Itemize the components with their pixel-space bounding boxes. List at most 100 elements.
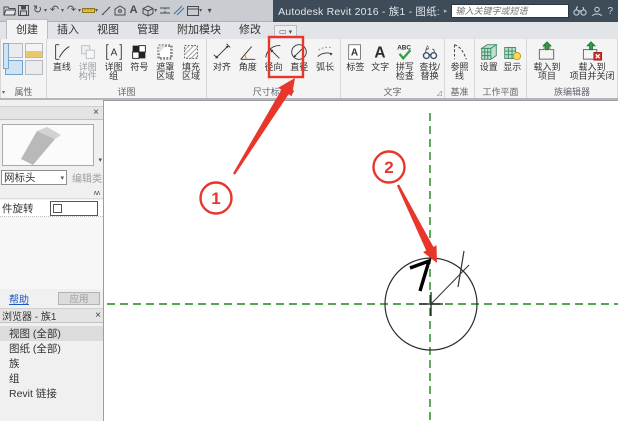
cropped-selection-icon — [3, 43, 9, 69]
sign-in-icon[interactable] — [591, 6, 603, 17]
label-button[interactable]: A 标签 — [343, 41, 368, 72]
help-menu-icon-cropped[interactable]: ? — [607, 6, 613, 17]
radial-dimension-button[interactable]: 径向 — [261, 41, 287, 72]
properties-palette-header: × — [0, 106, 103, 120]
undo-caret-icon[interactable]: ▾ — [61, 7, 64, 14]
tree-item-families[interactable]: 族 — [0, 356, 103, 371]
view-caret-icon[interactable]: ▾ — [154, 7, 157, 14]
window-title: Autodesk Revit 2016 - 族1 - 图纸: — [278, 4, 440, 19]
diameter-dimension-button[interactable]: 直径 — [286, 41, 312, 72]
search-binoculars-icon[interactable] — [573, 6, 587, 16]
panel-label-family-editor[interactable]: 族编辑器 — [527, 85, 617, 98]
detail-group-button[interactable]: A 详图 组 — [101, 41, 127, 81]
edit-type-button[interactable]: 编辑类型 — [70, 170, 104, 185]
sync-caret-icon[interactable]: ▾ — [44, 7, 47, 14]
masking-region-button[interactable]: 遮罩 区域 — [152, 41, 178, 81]
load-into-project-button[interactable]: 载入到 项目 — [529, 41, 565, 81]
panel-label-datum[interactable]: 基准 — [445, 85, 474, 98]
symbol-button[interactable]: 符号 — [126, 41, 152, 72]
panel-dropdown-icon: ▾ — [291, 88, 295, 96]
property-row-rotate: 件旋转 — [0, 200, 103, 217]
project-browser-close-icon[interactable]: × — [95, 310, 101, 321]
radial-dimension-icon — [262, 41, 284, 62]
user-interface-icon[interactable] — [186, 2, 199, 19]
section-icon[interactable] — [158, 2, 171, 19]
tree-item-groups[interactable]: 组 — [0, 371, 103, 386]
measure-caret-icon[interactable]: ▾ — [95, 7, 98, 14]
type-preview[interactable] — [2, 124, 94, 166]
type-selector-caret-icon: ▾ — [60, 174, 64, 182]
family-connections-button[interactable] — [25, 60, 43, 75]
save-icon[interactable] — [17, 2, 30, 19]
drawing-canvas[interactable] — [104, 100, 618, 421]
find-replace-icon: A — [419, 41, 441, 62]
undo-icon[interactable]: ↶ — [48, 2, 61, 19]
ribbon-display-toggle[interactable]: ▭▾ — [274, 25, 297, 38]
panel-dimension: 对齐 角度 径向 直径 弧长 尺寸标注▾ — [207, 39, 341, 98]
tab-create[interactable]: 创建 — [6, 19, 48, 39]
show-workplane-button[interactable]: 显示 — [501, 41, 525, 72]
masking-region-icon — [154, 41, 176, 62]
tree-item-views[interactable]: 视图 (全部) — [0, 326, 103, 341]
panel-label-text[interactable]: 文字 — [341, 85, 444, 98]
tree-item-sheets[interactable]: 图纸 (全部) — [0, 341, 103, 356]
dialog-launcher-icon[interactable]: ◿ — [437, 89, 442, 97]
measure-icon[interactable] — [82, 2, 95, 19]
open-file-icon[interactable] — [3, 2, 16, 19]
thin-lines-icon[interactable] — [172, 2, 185, 19]
load-into-project-and-close-button[interactable]: 载入到 项目并关闭 — [569, 41, 615, 81]
text-qat-icon[interactable]: A — [127, 2, 140, 19]
line-icon — [51, 41, 73, 62]
apply-button[interactable]: 应用 — [58, 292, 100, 305]
tree-item-revit-links[interactable]: Revit 链接 — [0, 386, 103, 401]
revit-window: ↻▾ ↶▾ ↷▾ ▾ A ▾ ▾ ▾ Autodesk Revit 2016 -… — [0, 0, 618, 421]
label-icon: A — [344, 41, 366, 62]
aligned-dimension-button[interactable]: 对齐 — [209, 41, 235, 72]
arc-length-dimension-button[interactable]: 弧长 — [312, 41, 338, 72]
reference-line-button[interactable]: 参照 线 — [447, 41, 472, 81]
tab-insert[interactable]: 插入 — [48, 20, 88, 39]
angular-dimension-icon — [237, 41, 259, 62]
filled-region-button[interactable]: 填充 区域 — [178, 41, 204, 81]
rotate-checkbox[interactable] — [53, 204, 62, 213]
tab-view[interactable]: 视图 — [88, 20, 128, 39]
preview-dropdown-icon[interactable]: ▾ — [98, 156, 102, 164]
properties-help-link[interactable]: 帮助 — [3, 291, 29, 306]
properties-footer: 帮助 应用 — [0, 290, 103, 306]
redo-icon[interactable]: ↷ — [65, 2, 78, 19]
tab-manage[interactable]: 管理 — [128, 20, 168, 39]
family-types-button[interactable] — [25, 43, 43, 58]
panel-datum: 参照 线 基准 — [445, 39, 475, 98]
panel-label-detail[interactable]: 详图 — [47, 85, 206, 98]
tab-addins[interactable]: 附加模块 — [168, 20, 230, 39]
spelling-button[interactable]: ABC 拼写 检查 — [393, 41, 418, 81]
sync-icon[interactable]: ↻ — [31, 2, 44, 19]
filled-region-icon — [180, 41, 202, 62]
qat-overflow-icon[interactable]: ▾ — [203, 2, 216, 19]
properties-close-icon[interactable]: × — [93, 107, 99, 118]
text-button[interactable]: A 文字 — [368, 41, 393, 72]
detail-component-button[interactable]: 详图 构件 — [75, 41, 101, 81]
ui-caret-icon[interactable]: ▾ — [199, 7, 202, 14]
reference-line-icon — [449, 41, 471, 62]
set-workplane-button[interactable]: 设置 — [477, 41, 501, 72]
title-caret-icon[interactable]: ▸ — [444, 7, 448, 15]
find-replace-button[interactable]: A 查找/ 替换 — [417, 41, 442, 81]
default-3d-view-icon[interactable] — [141, 2, 154, 19]
angular-dimension-button[interactable]: 角度 — [235, 41, 261, 72]
property-value-cell[interactable] — [50, 201, 98, 216]
search-input[interactable] — [451, 4, 569, 18]
line-button[interactable]: 直线 — [49, 41, 75, 72]
type-selector[interactable]: 网标头 ▾ — [1, 170, 67, 185]
aligned-dimension-icon[interactable] — [99, 2, 112, 19]
svg-text:A: A — [110, 47, 117, 58]
panel-text: A 标签 A 文字 ABC 拼写 检查 A 查找/ 替换 文字 ◿ — [341, 39, 445, 98]
tab-modify[interactable]: 修改 — [230, 20, 270, 39]
panel-label-properties[interactable]: 属性 — [1, 85, 46, 98]
ribbon: ▾ 属性 直线 详图 — [0, 39, 618, 100]
tag-icon[interactable] — [113, 2, 126, 19]
panel-label-workplane[interactable]: 工作平面 — [475, 85, 526, 98]
redo-caret-icon[interactable]: ▾ — [78, 7, 81, 14]
panel-label-dimension[interactable]: 尺寸标注▾ — [207, 85, 340, 98]
collapse-chevron-icon[interactable]: ∧∧ — [93, 189, 99, 197]
